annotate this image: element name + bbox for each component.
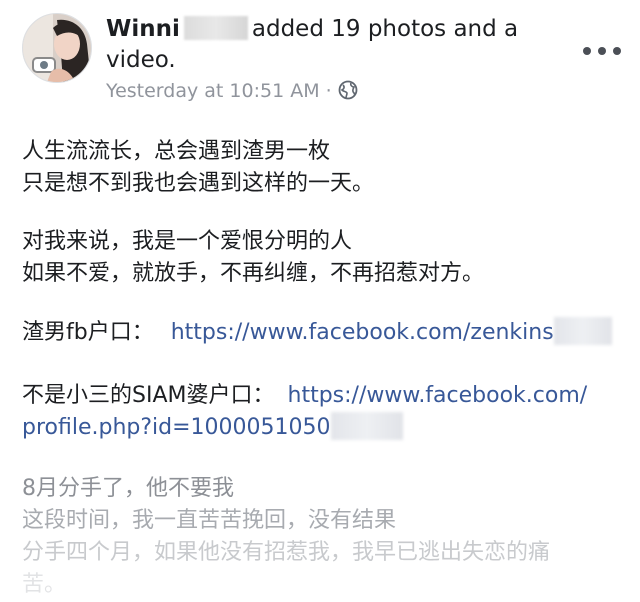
post-text-line: 这段时间，我一直苦苦挽回，没有结果 <box>22 508 397 533</box>
avatar[interactable] <box>22 13 92 83</box>
siam-account-line-2: profile.php?id=1000051050 <box>22 412 403 444</box>
meta-separator: · <box>325 80 332 102</box>
post-text-line: 8月分手了，他不要我 <box>22 476 234 501</box>
post-header: Winni added 19 photos and a video. <box>106 14 566 76</box>
post-text-line: 人生流流长，总会遇到渣男一枚 <box>22 139 331 164</box>
post-text-line: 只是想不到我也会遇到这样的一天。 <box>22 171 375 196</box>
post-text-line: 分手四个月，如果他没有招惹我，我早已逃出失恋的痛 <box>22 540 551 565</box>
fb-account-line: 渣男fb户口： https://www.facebook.com/zenkins <box>22 317 612 349</box>
siam-profile-link-cont[interactable]: profile.php?id=1000051050 <box>22 415 331 440</box>
fb-profile-link[interactable]: https://www.facebook.com/zenkins <box>171 320 554 345</box>
more-options-icon[interactable] <box>583 41 623 61</box>
siam-account-line: 不是小三的SIAM婆户口： https://www.facebook.com/ <box>22 380 587 412</box>
redacted-link <box>330 412 403 440</box>
post-text-line: 如果不爱，就放手，不再纠缠，不再招惹对方。 <box>22 261 485 286</box>
siam-account-label: 不是小三的SIAM婆户口： <box>22 383 275 408</box>
avatar-photo <box>23 14 91 82</box>
redacted-link <box>553 317 612 345</box>
globe-icon[interactable] <box>338 80 358 106</box>
post-text-line: 苦。 <box>22 572 67 597</box>
redacted-name <box>183 16 248 40</box>
post-timestamp[interactable]: Yesterday at 10:51 AM <box>106 80 320 102</box>
post-meta: Yesterday at 10:51 AM · <box>106 79 358 106</box>
author-name[interactable]: Winni <box>106 16 180 42</box>
post-text-line: 对我来说，我是一个爱恨分明的人 <box>22 229 353 254</box>
post-card: Winni added 19 photos and a video. Yester… <box>0 0 640 602</box>
siam-profile-link[interactable]: https://www.facebook.com/ <box>288 383 588 408</box>
fb-account-label: 渣男fb户口： <box>22 320 154 345</box>
